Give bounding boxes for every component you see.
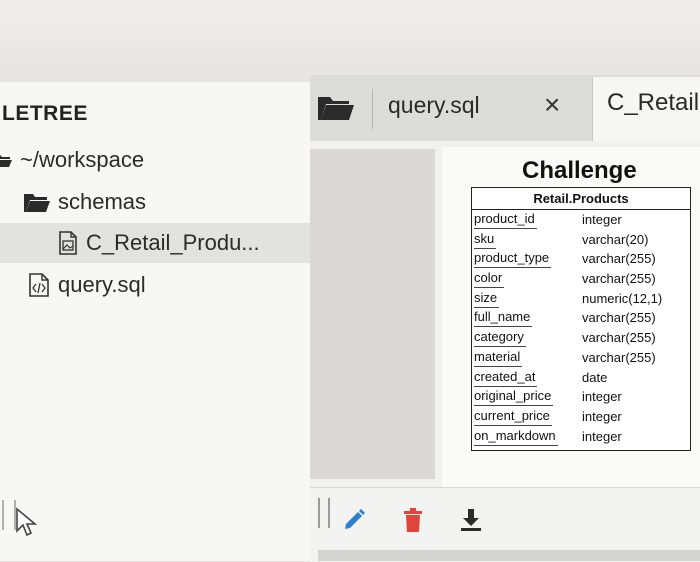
table-row: material varchar(255) [472,348,690,368]
folder-icon[interactable] [318,94,354,125]
table-row: full_name varchar(255) [472,308,690,328]
column-type: integer [582,408,622,424]
column-name: color [474,269,505,289]
tab-divider [372,89,373,129]
table-row: product_id integer [472,210,690,230]
column-name: size [474,289,500,308]
tree-item-label: schemas [58,189,147,214]
tab-query-sql[interactable]: query.sql [388,92,480,119]
folder-open-icon [24,192,50,212]
trash-icon[interactable] [402,508,424,537]
status-strip [318,550,700,561]
column-name: material [474,348,523,367]
table-row: on_markdown integer [472,427,690,447]
column-type: integer [582,389,622,405]
image-preview-area: Challenge Retail.Products product_idinte… [310,141,700,487]
editor-tab-bar: query.sql × C_Retail [310,75,700,143]
column-name: original_price [474,387,554,407]
panel-title: LETREE [2,102,88,125]
image-file-icon [58,231,78,255]
schema-body: product_id integer sku varchar(20) product_t… [472,210,690,446]
table-row: created_at date [472,368,690,388]
table-row: category varchar(255) [472,328,690,348]
column-type: varchar(255) [582,310,656,326]
column-name: product_id [474,210,537,229]
tree-item-workspace[interactable]: ~/workspace [0,140,310,180]
table-row: product_type varchar(255) [472,249,690,269]
resize-handle[interactable] [2,500,16,530]
tab-label: C_Retail [607,89,700,116]
table-row: sku varchar(20) [472,230,690,250]
column-name: current_price [474,407,552,426]
tree-item-label: query.sql [58,272,146,297]
preview-margin [310,149,435,479]
column-type: varchar(20) [582,231,649,247]
tree-item-label: C_Retail_Produ... [86,230,260,255]
tab-c-retail[interactable]: C_Retail [592,77,700,143]
table-row: size numeric(12,1) [472,289,690,309]
column-type: integer [582,212,622,227]
document-title: Challenge [522,157,637,184]
column-type: date [582,369,608,385]
schema-table: Retail.Products product_id integer sku varc… [471,187,691,451]
column-type: varchar(255) [582,349,656,365]
code-file-icon [28,273,50,297]
file-tree-panel: LETREE ~/workspace schemas C_Retail_Prod… [0,82,311,561]
pencil-icon[interactable] [342,508,366,537]
table-name: Retail.Products [472,188,690,210]
folder-open-icon [0,153,12,167]
close-icon[interactable]: × [544,89,560,121]
column-type: varchar(255) [582,330,656,346]
window-top-area [0,0,700,82]
column-name: full_name [474,308,533,328]
column-name: sku [474,230,497,249]
table-row: color varchar(255) [472,269,690,289]
drag-handle[interactable] [318,498,330,528]
download-icon[interactable] [460,508,482,537]
column-type: varchar(255) [582,271,656,287]
table-row: original_price integer [472,387,690,407]
tree-item-c-retail-products[interactable]: C_Retail_Produ... [0,223,310,263]
mouse-cursor-icon [14,507,40,542]
tree-item-schemas[interactable]: schemas [0,182,334,222]
table-row: current_price integer [472,407,690,427]
tree-item-query-sql[interactable]: query.sql [0,265,338,305]
column-type: varchar(255) [582,251,656,267]
tree-item-label: ~/workspace [20,147,145,172]
column-name: product_type [474,249,552,269]
column-type: numeric(12,1) [582,290,663,306]
column-type: integer [582,428,622,444]
column-name: created_at [474,368,538,387]
column-name: on_markdown [474,427,558,446]
column-name: category [474,328,526,348]
